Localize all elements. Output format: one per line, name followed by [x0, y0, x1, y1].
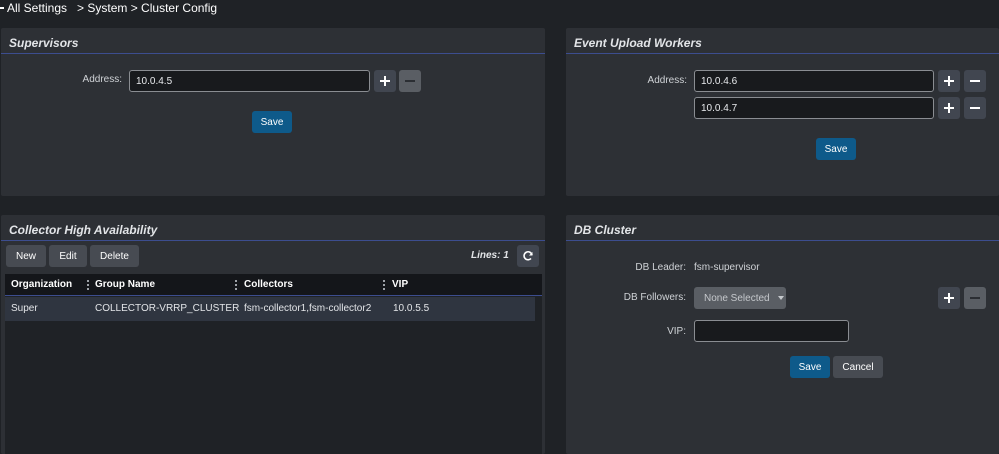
back-dash-icon	[0, 7, 4, 9]
db-cluster-save-button[interactable]: Save	[790, 356, 830, 378]
collector-ha-panel: Collector High Availability New Edit Del…	[1, 215, 545, 454]
db-cluster-panel: DB Cluster DB Leader: fsm-supervisor DB …	[566, 215, 999, 454]
cell-group-name: COLLECTOR-VRRP_CLUSTER	[95, 303, 240, 314]
workers-title: Event Upload Workers	[566, 28, 999, 54]
remove-follower-button[interactable]	[964, 287, 986, 309]
breadcrumb-path: > System > Cluster Config	[77, 1, 218, 15]
column-resize-handle[interactable]	[235, 280, 237, 290]
remove-supervisor-button[interactable]	[399, 70, 421, 92]
minus-icon	[970, 293, 980, 303]
plus-icon	[944, 76, 954, 86]
cell-organization: Super	[11, 303, 38, 314]
supervisors-save-button[interactable]: Save	[252, 111, 292, 133]
workers-save-button[interactable]: Save	[816, 138, 856, 160]
table-header: Organization Group Name Collectors VIP	[5, 274, 542, 296]
plus-icon	[380, 76, 390, 86]
db-vip-label: VIP:	[667, 326, 686, 337]
db-vip-input[interactable]	[694, 320, 849, 342]
cell-vip: 10.0.5.5	[393, 303, 430, 314]
worker-address-label: Address:	[647, 75, 687, 86]
breadcrumb: All Settings > System > Cluster Config	[0, 0, 217, 16]
event-upload-workers-panel: Event Upload Workers Address: Save	[566, 28, 999, 196]
breadcrumb-all-settings-link[interactable]: All Settings	[7, 1, 67, 15]
add-worker-button-2[interactable]	[938, 97, 960, 119]
new-button[interactable]: New	[6, 245, 46, 267]
lines-count: Lines: 1	[471, 250, 509, 261]
column-resize-handle[interactable]	[383, 280, 385, 290]
db-leader-value: fsm-supervisor	[694, 262, 760, 273]
remove-worker-button-2[interactable]	[964, 97, 986, 119]
db-leader-label: DB Leader:	[635, 262, 686, 273]
db-followers-label: DB Followers:	[623, 292, 686, 303]
column-header-organization[interactable]: Organization	[11, 274, 72, 296]
delete-button[interactable]: Delete	[90, 245, 139, 267]
chevron-down-icon	[777, 296, 784, 300]
collector-ha-table: Organization Group Name Collectors VIP S…	[5, 274, 542, 454]
db-cluster-title: DB Cluster	[566, 215, 999, 241]
remove-worker-button-1[interactable]	[964, 70, 986, 92]
add-follower-button[interactable]	[938, 287, 960, 309]
supervisors-panel: Supervisors Address: Save	[1, 28, 545, 196]
collector-ha-title: Collector High Availability	[1, 215, 545, 241]
plus-icon	[944, 103, 954, 113]
refresh-button[interactable]	[517, 245, 539, 267]
column-header-collectors[interactable]: Collectors	[244, 274, 293, 296]
cell-collectors: fsm-collector1,fsm-collector2	[244, 303, 372, 314]
db-followers-select[interactable]: None Selected	[694, 287, 786, 309]
worker-address-input-2[interactable]	[694, 97, 934, 119]
db-cluster-cancel-button[interactable]: Cancel	[833, 356, 883, 378]
db-followers-selected: None Selected	[704, 292, 770, 304]
minus-icon	[405, 76, 415, 86]
minus-icon	[970, 76, 980, 86]
minus-icon	[970, 103, 980, 113]
table-row[interactable]: Super COLLECTOR-VRRP_CLUSTER fsm-collect…	[5, 297, 535, 321]
column-header-group-name[interactable]: Group Name	[95, 274, 155, 296]
plus-icon	[944, 293, 954, 303]
supervisor-address-input[interactable]	[129, 70, 370, 92]
refresh-icon	[523, 251, 533, 261]
column-header-vip[interactable]: VIP	[392, 274, 408, 296]
add-supervisor-button[interactable]	[374, 70, 396, 92]
worker-address-input-1[interactable]	[694, 70, 934, 92]
edit-button[interactable]: Edit	[49, 245, 87, 267]
column-resize-handle[interactable]	[87, 280, 89, 290]
supervisor-address-label: Address:	[82, 74, 122, 85]
add-worker-button-1[interactable]	[938, 70, 960, 92]
supervisors-title: Supervisors	[1, 28, 545, 54]
